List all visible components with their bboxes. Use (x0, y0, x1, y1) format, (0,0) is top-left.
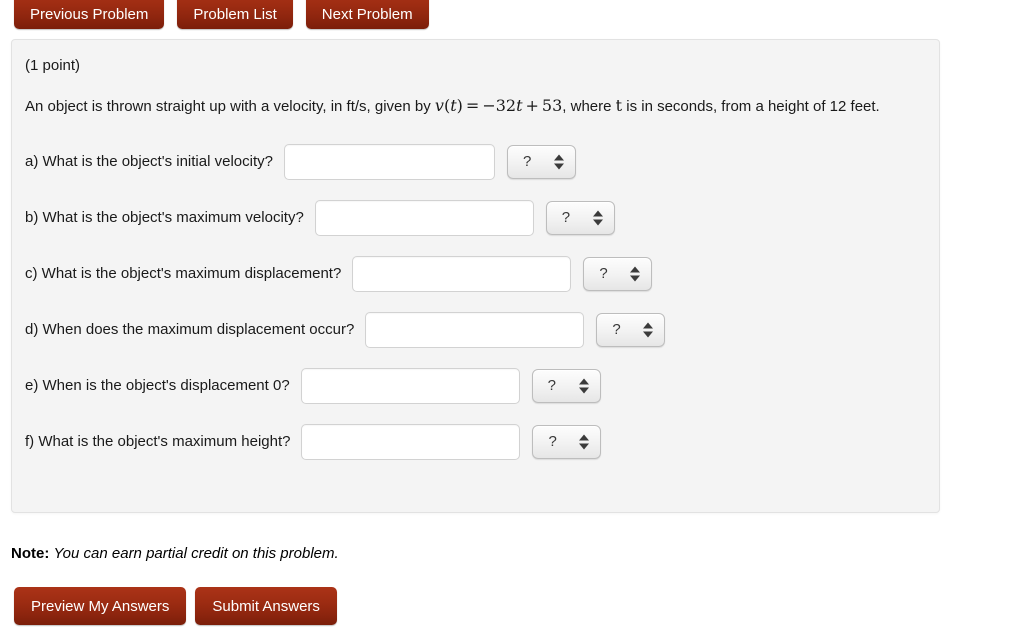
answer-input-c[interactable] (352, 255, 572, 292)
unit-select-value-e: ? (547, 377, 557, 394)
unit-select-value-c: ? (599, 265, 608, 282)
problem-statement: An object is thrown straight up with a v… (25, 94, 919, 119)
unit-select-d[interactable]: ? (596, 312, 666, 347)
velocity-formula: v(t) = −32t +53 (435, 96, 562, 115)
question-list: a) What is the object's initial velocity… (25, 142, 919, 462)
unit-select-b[interactable]: ? (545, 200, 615, 235)
formula-coefficient: 32 (495, 96, 517, 115)
formula-constant: 53 (541, 96, 563, 115)
question-label-d: d) When does the maximum displacement oc… (25, 321, 355, 338)
partial-credit-note: Note: You can earn partial credit on thi… (11, 545, 339, 562)
spinner-arrows-icon[interactable] (579, 434, 590, 449)
formula-function-name: v (434, 96, 444, 115)
question-row-c: c) What is the object's maximum displace… (25, 254, 919, 294)
formula-plus: + (525, 96, 539, 115)
question-row-b: b) What is the object's maximum velocity… (25, 198, 919, 238)
caret-up-icon (579, 434, 590, 440)
points-label: (1 point) (25, 57, 81, 74)
formula-variable: t (516, 96, 523, 115)
next-problem-button[interactable]: Next Problem (305, 0, 429, 29)
formula-equals: = (465, 96, 480, 115)
preview-my-answers-button[interactable]: Preview My Answers (14, 587, 187, 625)
caret-up-icon (630, 266, 641, 272)
unit-select-a[interactable]: ? (506, 144, 576, 179)
problem-panel: (1 point) An object is thrown straight u… (11, 39, 940, 513)
caret-down-icon (579, 443, 590, 449)
action-button-bar: Preview My Answers Submit Answers (14, 587, 337, 625)
unit-select-e[interactable]: ? (531, 368, 601, 403)
caret-down-icon (553, 163, 564, 169)
unit-select-value-a: ? (522, 153, 532, 170)
answer-input-a[interactable] (283, 143, 495, 180)
previous-problem-button[interactable]: Previous Problem (14, 0, 165, 29)
formula-paren-close: ) (456, 96, 463, 115)
answer-input-d[interactable] (365, 311, 585, 348)
spinner-arrows-icon[interactable] (630, 266, 641, 281)
note-text: You can earn partial credit on this prob… (53, 545, 339, 562)
statement-text-part-1: An object is thrown straight up with a v… (25, 98, 435, 115)
problem-list-button[interactable]: Problem List (177, 0, 293, 29)
unit-select-f[interactable]: ? (532, 424, 602, 459)
answer-input-f[interactable] (301, 423, 521, 460)
caret-down-icon (630, 275, 641, 281)
statement-text-part-2: , where (562, 98, 616, 115)
question-label-b: b) What is the object's maximum velocity… (25, 209, 304, 226)
submit-answers-button[interactable]: Submit Answers (195, 587, 337, 625)
question-row-e: e) When is the object's displacement 0? … (25, 366, 919, 406)
unit-select-value-d: ? (612, 321, 621, 338)
question-label-e: e) When is the object's displacement 0? (25, 377, 290, 394)
note-prefix: Note: (11, 545, 50, 562)
unit-select-value-f: ? (548, 433, 557, 450)
caret-up-icon (592, 210, 603, 216)
statement-text-part-3: is in seconds, from a height of 12 feet. (622, 98, 880, 115)
question-label-c: c) What is the object's maximum displace… (25, 265, 342, 282)
question-label-f: f) What is the object's maximum height? (25, 433, 291, 450)
spinner-arrows-icon[interactable] (553, 154, 564, 169)
caret-up-icon (578, 378, 589, 384)
spinner-arrows-icon[interactable] (578, 378, 589, 393)
question-row-a: a) What is the object's initial velocity… (25, 142, 919, 182)
unit-select-value-b: ? (561, 209, 571, 226)
question-row-d: d) When does the maximum displacement oc… (25, 310, 919, 350)
question-row-f: f) What is the object's maximum height? … (25, 422, 919, 462)
caret-down-icon (643, 331, 654, 337)
caret-down-icon (592, 219, 603, 225)
answer-input-b[interactable] (314, 199, 534, 236)
formula-minus: − (482, 96, 496, 115)
answer-input-e[interactable] (300, 367, 520, 404)
caret-up-icon (643, 322, 654, 328)
problem-navigation-bar: Previous Problem Problem List Next Probl… (14, 0, 429, 29)
caret-up-icon (553, 154, 564, 160)
spinner-arrows-icon[interactable] (643, 322, 654, 337)
unit-select-c[interactable]: ? (583, 256, 653, 291)
question-label-a: a) What is the object's initial velocity… (25, 153, 273, 170)
spinner-arrows-icon[interactable] (592, 210, 603, 225)
caret-down-icon (578, 387, 589, 393)
